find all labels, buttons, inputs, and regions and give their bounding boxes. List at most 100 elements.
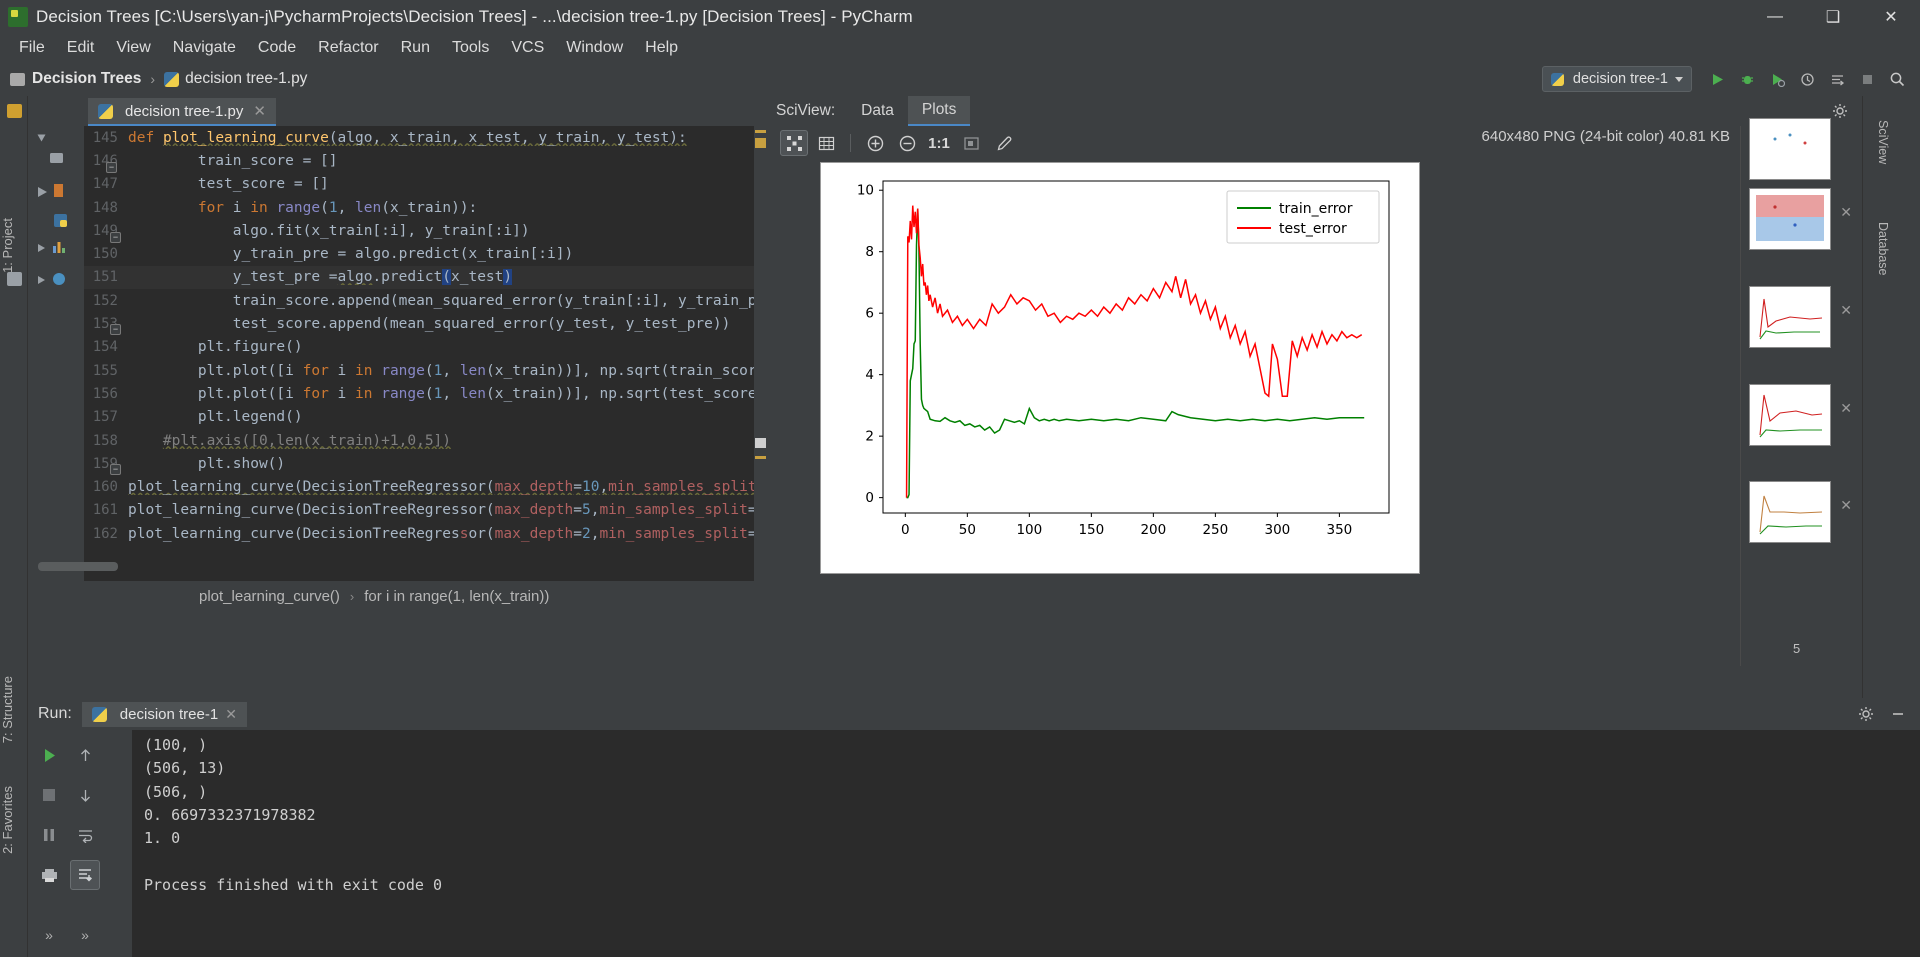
menu-file[interactable]: File <box>8 37 56 59</box>
close-icon[interactable]: ✕ <box>1840 497 1852 514</box>
gear-icon[interactable] <box>1858 706 1874 722</box>
code-line-150[interactable]: 150 y_train_pre = algo.predict(x_train[:… <box>84 242 768 265</box>
code-editor[interactable]: 145 def plot_learning_curve(algo, x_train… <box>84 126 768 581</box>
soft-wrap-icon[interactable] <box>72 822 98 848</box>
menu-navigate[interactable]: Navigate <box>162 37 247 59</box>
code-line-159[interactable]: 159 plt.show() <box>84 452 768 475</box>
down-icon[interactable] <box>72 782 98 808</box>
folder-icon-small[interactable] <box>7 272 22 286</box>
code-line-160[interactable]: 160 plot_learning_curve(DecisionTreeRegre… <box>84 475 768 498</box>
run-panel-actions <box>1858 706 1920 722</box>
menu-view[interactable]: View <box>105 37 161 59</box>
code-lines-container: 145 def plot_learning_curve(algo, x_train… <box>84 126 768 545</box>
close-icon[interactable]: ✕ <box>1840 302 1852 319</box>
minimize-button[interactable]: — <box>1746 0 1804 34</box>
thumbnail-item[interactable] <box>1749 118 1831 180</box>
minimize-icon[interactable] <box>1890 706 1906 722</box>
run-gutter-icon[interactable] <box>34 184 50 200</box>
up-icon[interactable] <box>72 742 98 768</box>
code-line-151[interactable]: 151 y_test_pre =algo.predict(x_test) <box>84 265 768 290</box>
editor-tab-decision-tree-1[interactable]: decision tree-1.py ✕ <box>88 98 276 126</box>
run-coverage-icon[interactable] <box>1762 66 1792 92</box>
attach-icon[interactable] <box>1822 66 1852 92</box>
zoom-in-icon[interactable] <box>861 130 889 156</box>
sidebar-tab-structure[interactable]: 7: Structure <box>0 676 28 743</box>
run-console-output[interactable]: (100, ) (506, 13) (506, ) 0. 66973323719783… <box>132 730 1920 957</box>
expand-more-icon[interactable]: » <box>36 922 62 948</box>
debug-icon[interactable] <box>1732 66 1762 92</box>
stop-icon[interactable] <box>36 782 62 808</box>
fit-content-icon[interactable] <box>780 130 808 156</box>
code-line-149[interactable]: 149 algo.fit(x_train[:i], y_train[:i]) <box>84 219 768 242</box>
code-line-146[interactable]: 146 train_score = [] <box>84 149 768 172</box>
actual-size-icon[interactable]: 1:1 <box>925 130 953 156</box>
editor-marker-bar[interactable] <box>754 126 768 581</box>
transparency-icon[interactable] <box>957 130 985 156</box>
menu-help[interactable]: Help <box>634 37 689 59</box>
zoom-out-icon[interactable] <box>893 130 921 156</box>
navbar-actions: decision tree-1 <box>1541 66 1920 92</box>
menu-vcs[interactable]: VCS <box>500 37 555 59</box>
expand-more-icon-2[interactable]: » <box>72 922 98 948</box>
close-icon[interactable]: ✕ <box>253 102 266 120</box>
code-line-158[interactable]: 158 #plt.axis([0,len(x_train)+1,0,5]) <box>84 429 768 452</box>
menu-window[interactable]: Window <box>555 37 634 59</box>
breadcrumb-function[interactable]: plot_learning_curve() <box>199 588 340 605</box>
grid-icon[interactable] <box>812 130 840 156</box>
plot-image[interactable]: 0 2 4 6 8 10 0 50 100 150 200 250 300 350 train_error t… <box>820 162 1420 574</box>
gear-icon[interactable] <box>1832 103 1848 119</box>
code-line-148[interactable]: 148 for i in range(1, len(x_train)): <box>84 196 768 219</box>
thumbnail-item[interactable] <box>1749 188 1831 250</box>
sidebar-tab-database[interactable]: Database <box>1866 222 1890 276</box>
code-line-161[interactable]: 161 plot_learning_curve(DecisionTreeRegre… <box>84 499 768 522</box>
settings-gear-icon[interactable] <box>7 104 22 118</box>
pause-icon[interactable] <box>36 822 62 848</box>
thumbnail-item[interactable] <box>1749 481 1831 543</box>
profile-icon[interactable] <box>1792 66 1822 92</box>
menu-code[interactable]: Code <box>247 37 307 59</box>
pycharm-window: Decision Trees [C:\Users\yan-j\PycharmPr… <box>0 0 1920 957</box>
code-line-147[interactable]: 147 test_score = [] <box>84 173 768 196</box>
thumbnail-item[interactable] <box>1749 384 1831 446</box>
tree-expand-icon-2[interactable] <box>34 240 50 256</box>
color-picker-icon[interactable] <box>989 130 1017 156</box>
menu-run[interactable]: Run <box>390 37 441 59</box>
run-icon[interactable] <box>1702 66 1732 92</box>
stop-icon[interactable] <box>1852 66 1882 92</box>
search-icon[interactable] <box>1882 66 1912 92</box>
menu-refactor[interactable]: Refactor <box>307 37 389 59</box>
sidebar-tab-sciview[interactable]: SciView <box>1866 120 1890 164</box>
tab-plots[interactable]: Plots <box>907 96 971 126</box>
scroll-end-icon[interactable] <box>70 860 100 890</box>
code-line-145[interactable]: 145 def plot_learning_curve(algo, x_train… <box>84 126 768 149</box>
tree-expand-icon-3[interactable] <box>34 272 50 288</box>
menu-tools[interactable]: Tools <box>441 37 500 59</box>
tab-data[interactable]: Data <box>847 97 908 125</box>
code-line-157[interactable]: 157 plt.legend() <box>84 406 768 429</box>
rerun-icon[interactable] <box>36 742 62 768</box>
thumbnail-item[interactable] <box>1749 286 1831 348</box>
editor-horizontal-scrollbar[interactable] <box>38 562 118 571</box>
run-tab[interactable]: decision tree-1 ✕ <box>81 701 247 727</box>
code-line-156[interactable]: 156 plt.plot([i for i in range(1, len(x_… <box>84 382 768 405</box>
close-icon[interactable]: ✕ <box>225 706 237 723</box>
breadcrumb-file[interactable]: decision tree-1.py <box>185 70 307 88</box>
code-line-162[interactable]: 162 plot_learning_curve(DecisionTreeRegre… <box>84 522 768 545</box>
run-configuration-selector[interactable]: decision tree-1 <box>1541 66 1692 92</box>
line-number: 148 <box>92 199 118 216</box>
menu-edit[interactable]: Edit <box>56 37 106 59</box>
close-icon[interactable]: ✕ <box>1840 400 1852 417</box>
code-line-155[interactable]: 155 plt.plot([i for i in range(1, len(x_… <box>84 359 768 382</box>
sidebar-tab-project[interactable]: 1: Project <box>0 218 28 273</box>
close-icon[interactable]: ✕ <box>1840 204 1852 221</box>
maximize-button[interactable]: ❑ <box>1804 0 1862 34</box>
code-line-154[interactable]: 154 plt.figure() <box>84 336 768 359</box>
breadcrumb-loop[interactable]: for i in range(1, len(x_train)) <box>364 588 549 605</box>
sidebar-tab-favorites[interactable]: 2: Favorites <box>0 786 28 854</box>
code-line-152[interactable]: 152 train_score.append(mean_squared_erro… <box>84 289 768 312</box>
tree-expand-icon[interactable] <box>34 130 50 146</box>
breadcrumb-project[interactable]: Decision Trees <box>32 70 141 88</box>
code-line-153[interactable]: 153 test_score.append(mean_squared_error… <box>84 312 768 335</box>
close-button[interactable]: ✕ <box>1862 0 1920 34</box>
print-icon[interactable] <box>36 862 62 888</box>
